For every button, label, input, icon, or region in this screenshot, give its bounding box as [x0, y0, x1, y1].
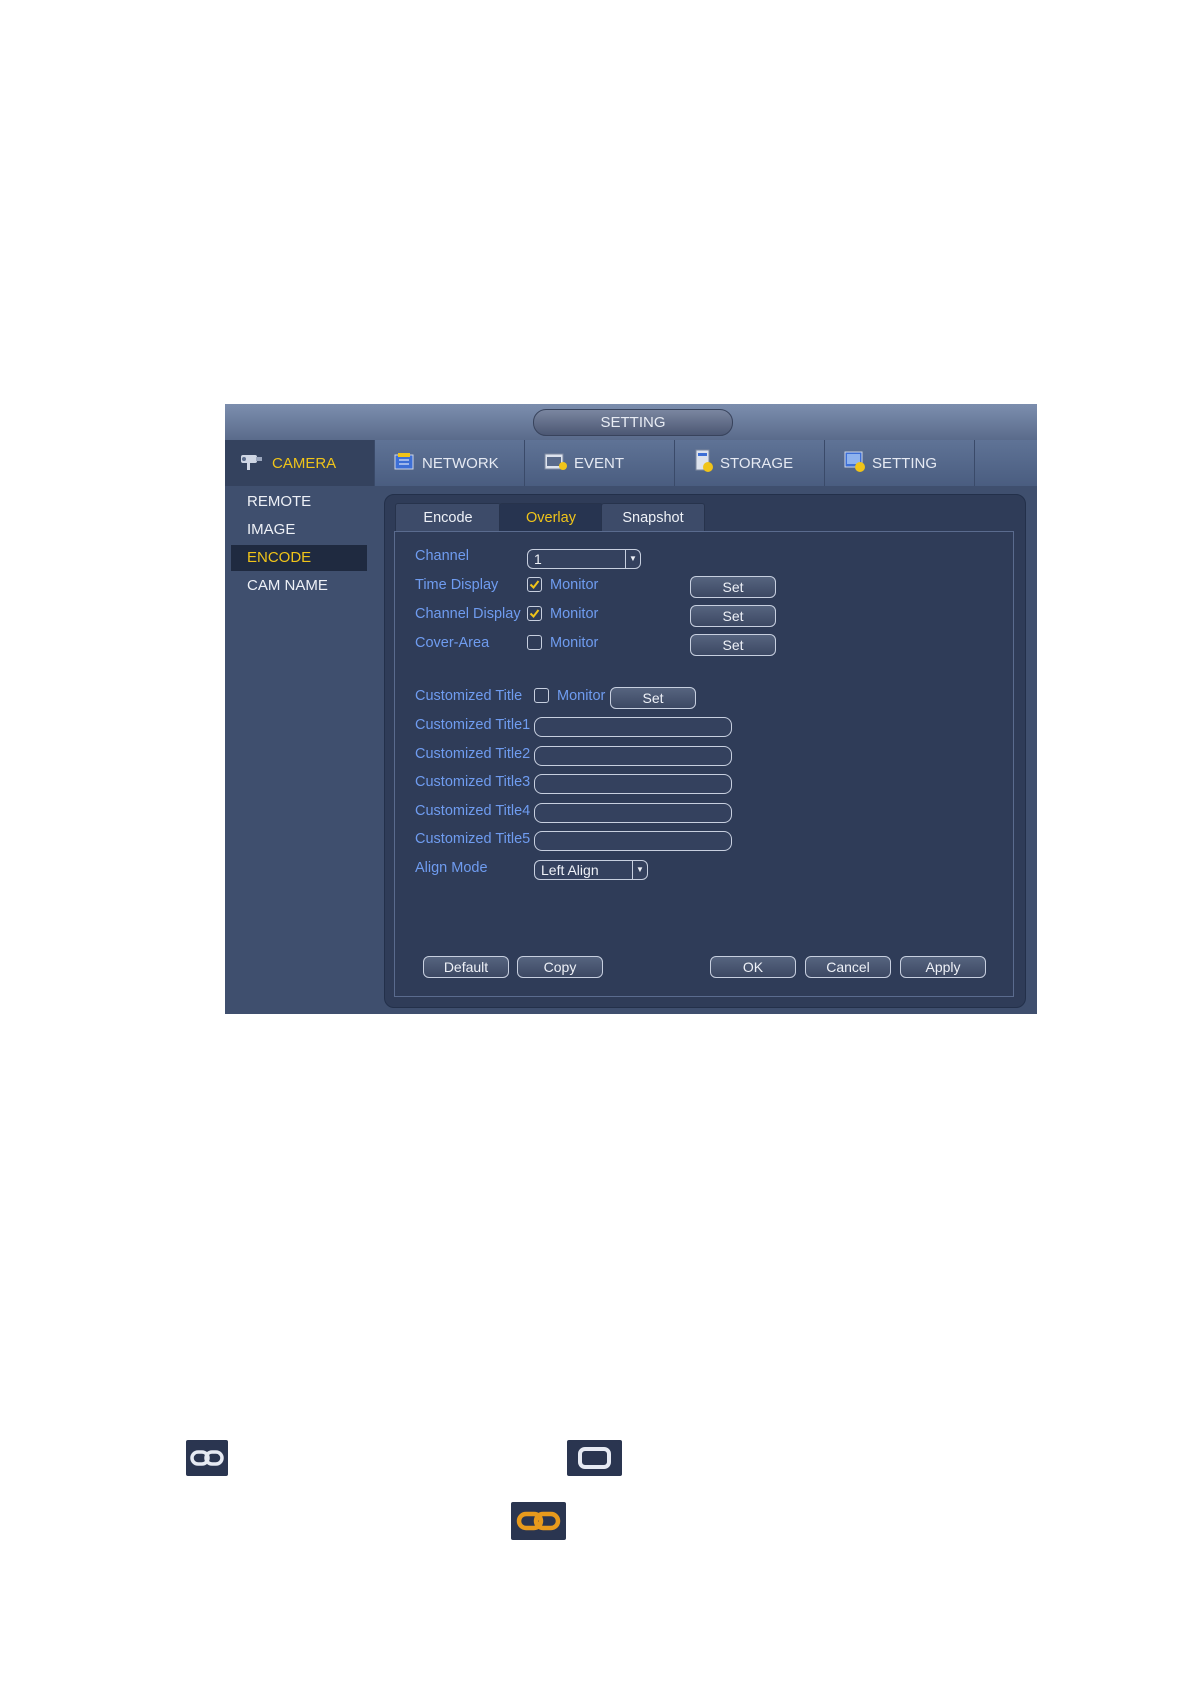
cover-area-set-button[interactable]: Set: [690, 634, 776, 656]
customized-title-monitor-label: Monitor: [557, 688, 606, 704]
time-display-monitor-label: Monitor: [550, 577, 599, 593]
customized-title4-label: Customized Title4: [415, 803, 531, 819]
customized-title4-input[interactable]: [534, 803, 732, 823]
customized-title2-label: Customized Title2: [415, 746, 531, 762]
customized-title5-input[interactable]: [534, 831, 732, 851]
window-title: SETTING: [533, 409, 733, 436]
tab-storage-label: STORAGE: [720, 454, 794, 472]
tab-setting-label: SETTING: [872, 454, 938, 472]
setting-icon: [843, 449, 867, 477]
customized-title-label: Customized Title: [415, 688, 523, 704]
channel-select[interactable]: 1 ▼: [527, 549, 641, 569]
cover-area-monitor-label: Monitor: [550, 635, 599, 651]
channel-display-checkbox[interactable]: [527, 606, 542, 621]
chevron-down-icon: ▼: [625, 550, 640, 568]
customized-title1-label: Customized Title1: [415, 717, 531, 733]
sidebar-item-cam-name[interactable]: CAM NAME: [231, 573, 367, 599]
tab-event[interactable]: EVENT: [525, 440, 675, 486]
tab-camera-label: CAMERA: [272, 454, 337, 472]
align-mode-select[interactable]: Left Align ▼: [534, 860, 648, 880]
customized-title2-input[interactable]: [534, 746, 732, 766]
link-active-icon: [511, 1502, 566, 1540]
camera-icon: [239, 449, 267, 477]
time-display-checkbox[interactable]: [527, 577, 542, 592]
tab-event-label: EVENT: [574, 454, 625, 472]
channel-display-monitor-label: Monitor: [550, 606, 599, 622]
checkmark-icon: [529, 609, 540, 619]
tab-setting[interactable]: SETTING: [825, 440, 975, 486]
unlink-icon: [567, 1440, 622, 1476]
customized-title-checkbox[interactable]: [534, 688, 549, 703]
customized-title3-input[interactable]: [534, 774, 732, 794]
cover-area-label: Cover-Area: [415, 635, 490, 651]
apply-button[interactable]: Apply: [900, 956, 986, 978]
align-mode-label: Align Mode: [415, 860, 488, 876]
sidebar-item-encode[interactable]: ENCODE: [231, 545, 367, 571]
cancel-button[interactable]: Cancel: [805, 956, 891, 978]
top-navigation: CAMERA NETWORK EVENT STORAGE SETTING: [225, 440, 1037, 486]
overlay-panel: Encode Overlay Snapshot Channel 1 ▼ Time…: [384, 494, 1026, 1008]
customized-title1-input[interactable]: [534, 717, 732, 737]
cover-area-checkbox[interactable]: [527, 635, 542, 650]
chevron-down-icon: ▼: [632, 861, 647, 879]
storage-icon: [693, 448, 715, 478]
tab-network[interactable]: NETWORK: [375, 440, 525, 486]
dvr-settings-window: SETTING CAMERA NETWORK EVENT STORAGE SET…: [225, 404, 1037, 1014]
title-bar: SETTING: [225, 404, 1037, 441]
ok-button[interactable]: OK: [710, 956, 796, 978]
channel-display-set-button[interactable]: Set: [690, 605, 776, 627]
tab-camera[interactable]: CAMERA: [225, 440, 375, 486]
tab-overlay[interactable]: Overlay: [499, 503, 603, 532]
sidebar: REMOTE IMAGE ENCODE CAM NAME: [225, 486, 375, 1014]
sidebar-item-remote[interactable]: REMOTE: [231, 489, 367, 515]
channel-label: Channel: [415, 548, 470, 564]
channel-value: 1: [534, 551, 542, 567]
customized-title5-label: Customized Title5: [415, 831, 531, 847]
tab-network-label: NETWORK: [422, 454, 499, 472]
time-display-set-button[interactable]: Set: [690, 576, 776, 598]
overlay-form: Channel 1 ▼ Time Display Monitor Set Cha…: [394, 531, 1014, 997]
tab-encode[interactable]: Encode: [395, 503, 501, 532]
align-mode-value: Left Align: [541, 862, 599, 878]
customized-title3-label: Customized Title3: [415, 774, 531, 790]
checkmark-icon: [529, 580, 540, 590]
sidebar-item-image[interactable]: IMAGE: [231, 517, 367, 543]
time-display-label: Time Display: [415, 577, 499, 593]
tab-snapshot[interactable]: Snapshot: [601, 503, 705, 532]
default-button[interactable]: Default: [423, 956, 509, 978]
event-icon: [543, 450, 569, 476]
link-icon: [186, 1440, 228, 1476]
channel-display-label: Channel Display: [415, 606, 521, 622]
network-icon: [393, 450, 417, 476]
tab-storage[interactable]: STORAGE: [675, 440, 825, 486]
copy-button[interactable]: Copy: [517, 956, 603, 978]
customized-title-set-button[interactable]: Set: [610, 687, 696, 709]
